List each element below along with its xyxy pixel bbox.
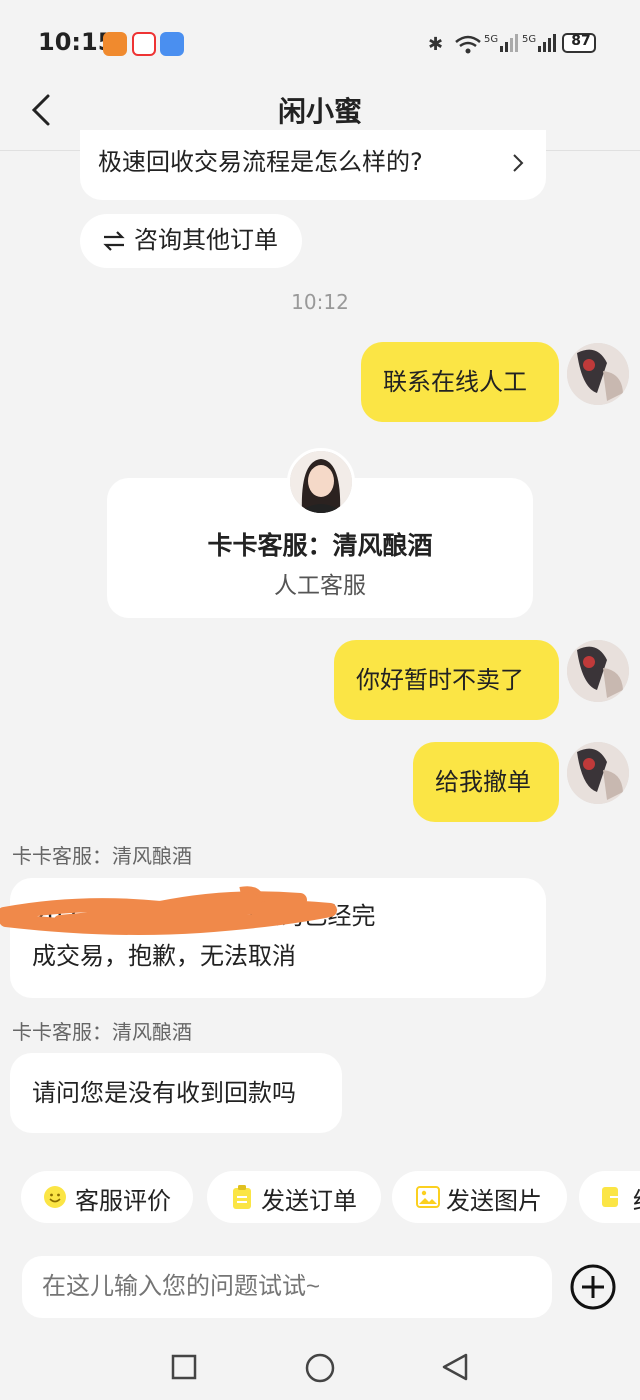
user-avatar[interactable] xyxy=(567,343,629,405)
back-nav-icon[interactable] xyxy=(440,1352,470,1382)
plus-circle-icon[interactable] xyxy=(569,1263,617,1311)
message-timestamp: 10:12 xyxy=(291,290,349,314)
agent-name: 卡卡客服：清风酿酒 xyxy=(207,531,433,560)
user-message-text: 给我撤单 xyxy=(435,768,531,796)
user-message: 你好暂时不卖了 xyxy=(334,640,559,720)
system-navigation-bar xyxy=(0,1330,640,1400)
consult-other-orders-button[interactable]: 咨询其他订单 xyxy=(80,214,302,268)
user-message-text: 你好暂时不卖了 xyxy=(356,666,524,694)
clipboard-icon xyxy=(233,1185,251,1209)
user-message-text: 联系在线人工 xyxy=(383,368,527,396)
rate-service-label: 客服评价 xyxy=(75,1187,171,1215)
sender-name: 卡卡客服：清风酿酒 xyxy=(12,844,192,868)
agent-role: 人工客服 xyxy=(274,573,366,599)
end-session-label: 结 xyxy=(633,1181,640,1216)
svg-text:✱: ✱ xyxy=(428,34,443,55)
status-bar: 10:15 ✱ 5G 5G 87 xyxy=(0,0,640,86)
swap-arrows-icon xyxy=(103,231,125,251)
agent-avatar-image xyxy=(290,451,352,513)
app-notification-icon xyxy=(103,32,127,56)
faq-question: 极速回收交易流程是怎么样的? xyxy=(98,148,423,176)
agent-avatar xyxy=(287,448,355,516)
page-title: 闲小蜜 xyxy=(277,95,362,128)
image-icon xyxy=(416,1186,440,1208)
user-message: 联系在线人工 xyxy=(361,342,559,422)
user-avatar-image xyxy=(567,640,629,702)
user-avatar[interactable] xyxy=(567,742,629,804)
smiley-icon xyxy=(44,1186,66,1208)
exit-icon xyxy=(602,1187,625,1207)
end-session-button[interactable]: 结 xyxy=(579,1171,640,1223)
send-image-label: 发送图片 xyxy=(446,1187,542,1215)
message-app-icon xyxy=(160,32,184,56)
send-image-button[interactable]: 发送图片 xyxy=(392,1171,567,1223)
faq-card[interactable]: 极速回收交易流程是怎么样的? xyxy=(80,130,546,200)
user-message: 给我撤单 xyxy=(413,742,559,822)
agent-message-text: 请问您是没有收到回款吗 xyxy=(32,1079,296,1107)
user-avatar-image xyxy=(567,742,629,804)
video-app-icon xyxy=(132,32,156,56)
redaction-scribble xyxy=(0,886,337,935)
svg-text:5G: 5G xyxy=(484,34,498,45)
send-order-label: 发送订单 xyxy=(261,1187,357,1215)
send-order-button[interactable]: 发送订单 xyxy=(207,1171,381,1223)
user-avatar[interactable] xyxy=(567,640,629,702)
home-icon[interactable] xyxy=(305,1353,335,1383)
message-input[interactable] xyxy=(22,1256,552,1318)
agent-message: 请问您是没有收到回款吗 xyxy=(10,1053,342,1133)
consult-label: 咨询其他订单 xyxy=(134,226,278,254)
rate-service-button[interactable]: 客服评价 xyxy=(21,1171,193,1223)
chevron-right-icon xyxy=(513,154,524,172)
recent-apps-icon[interactable] xyxy=(171,1354,197,1380)
sender-name: 卡卡客服：清风酿酒 xyxy=(12,1020,192,1044)
agent-message-line2: 成交易，抱歉，无法取消 xyxy=(32,942,296,970)
battery-level: 87 xyxy=(571,33,591,49)
svg-text:5G: 5G xyxy=(522,34,536,45)
user-avatar-image xyxy=(567,343,629,405)
